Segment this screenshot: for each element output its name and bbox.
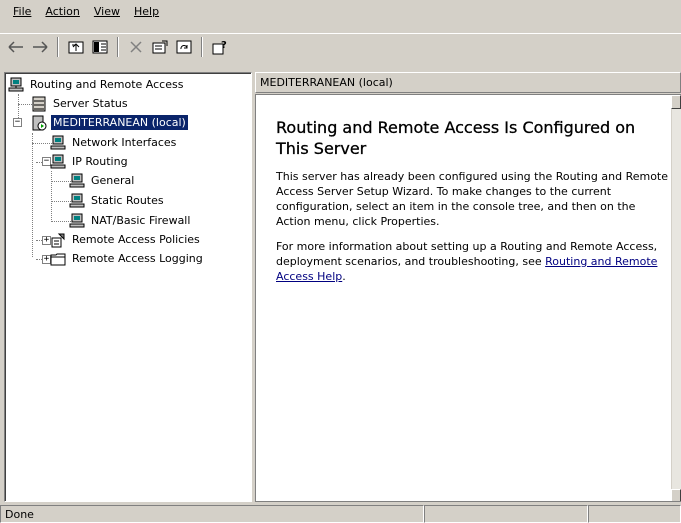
server-running-icon (31, 115, 47, 131)
nat-firewall-icon (69, 213, 85, 229)
details-header: MEDITERRANEAN (local) (255, 72, 681, 93)
tree-connector (51, 201, 71, 202)
toolbar-separator (117, 36, 119, 57)
delete-icon[interactable] (124, 36, 147, 58)
status-bar: Done (0, 505, 681, 523)
help-icon[interactable]: ? (208, 36, 231, 58)
tree-connector (32, 143, 52, 144)
tree-item-static-routes[interactable]: Static Routes (69, 191, 166, 210)
tree-connector (51, 171, 52, 222)
status-panel-2 (424, 505, 588, 523)
tree-item-remote-access-logging[interactable]: Remote Access Logging (50, 249, 205, 268)
console-tree[interactable]: Routing and Remote Access Server Status … (4, 72, 252, 502)
back-icon[interactable] (4, 36, 27, 58)
scroll-down-arrow[interactable] (671, 489, 681, 501)
menu-view[interactable]: View (87, 3, 127, 20)
scroll-up-arrow[interactable] (671, 95, 681, 109)
server-computer-icon (8, 77, 24, 93)
status-text: Done (0, 505, 424, 523)
info-paragraph-2: For more information about setting up a … (276, 240, 658, 283)
tree-connector (51, 221, 71, 222)
tree-item-network-interfaces[interactable]: Network Interfaces (50, 133, 178, 152)
tree-item-general[interactable]: General (69, 171, 136, 190)
general-icon (69, 173, 85, 189)
folder-icon (50, 251, 66, 267)
tree-item-ip-routing[interactable]: IP Routing (50, 152, 130, 171)
refresh-icon[interactable] (172, 36, 195, 58)
tree-item-root[interactable]: Routing and Remote Access (8, 75, 185, 94)
tree-connector (32, 133, 33, 257)
details-body: Routing and Remote Access Is Configured … (255, 94, 681, 502)
remote-access-policies-icon (50, 232, 66, 248)
menu-help[interactable]: Help (127, 3, 166, 20)
static-routes-icon (69, 193, 85, 209)
tree-item-remote-access-policies[interactable]: Remote Access Policies (50, 230, 202, 249)
server-status-icon (31, 96, 47, 112)
selected-node-label: MEDITERRANEAN (local) (50, 114, 189, 131)
network-interfaces-icon (50, 135, 66, 151)
svg-text:?: ? (221, 40, 227, 51)
forward-icon[interactable] (28, 36, 51, 58)
menu-file[interactable]: File (6, 3, 38, 20)
info-content: Routing and Remote Access Is Configured … (276, 117, 672, 294)
status-panel-3 (588, 505, 681, 523)
toolbar-separator (57, 36, 59, 57)
collapse-icon[interactable]: − (13, 118, 22, 127)
show-hide-tree-icon[interactable] (88, 36, 111, 58)
tree-item-server[interactable]: MEDITERRANEAN (local) (31, 113, 189, 132)
tree-connector (18, 104, 32, 105)
ip-routing-icon (50, 154, 66, 170)
toolbar: ? (0, 33, 681, 59)
details-pane: MEDITERRANEAN (local) Routing and Remote… (255, 72, 681, 502)
info-paragraph-1: This server has already been configured … (276, 170, 669, 228)
tree-connector (51, 181, 71, 182)
configured-heading: Routing and Remote Access Is Configured … (276, 118, 636, 158)
menu-bar: File Action View Help (0, 0, 681, 22)
vertical-scrollbar[interactable] (671, 95, 681, 501)
tree-item-server-status[interactable]: Server Status (31, 94, 130, 113)
properties-icon[interactable] (148, 36, 171, 58)
toolbar-separator (201, 36, 203, 57)
menu-action[interactable]: Action (38, 3, 86, 20)
tree-item-nat[interactable]: NAT/Basic Firewall (69, 211, 192, 230)
up-one-level-icon[interactable] (64, 36, 87, 58)
